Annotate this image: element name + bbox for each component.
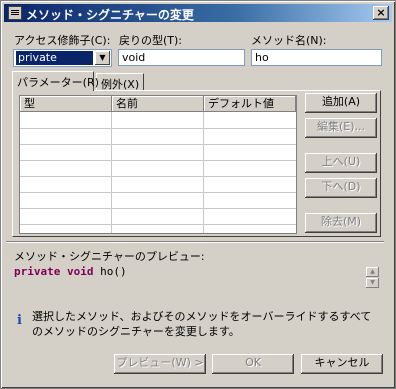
add-button[interactable]: 追加(A) [305,93,377,113]
menu-icon[interactable] [8,6,22,20]
grid-line [20,176,296,177]
grid-line [20,208,296,209]
preview-button[interactable]: プレビュー(W) > [114,354,206,374]
preview-keyword-private: private [14,265,61,278]
grid-line [203,112,204,233]
signature-preview: private void ho() [14,265,127,278]
ok-button[interactable]: OK [212,354,294,374]
grid-line [20,128,296,129]
window-title: メソッド・シグニチャーの変更 [26,8,194,22]
move-up-button[interactable]: 上へ(U) [305,153,377,173]
access-modifier-select[interactable]: private ▼ [13,49,112,67]
grid-line [20,224,296,225]
info-message: 選択したメソッド、およびそのメソッドをオーバーライドするすべてのメソッドのシグニ… [32,310,372,338]
scroll-down-icon[interactable]: ▼ [366,278,379,288]
column-header-name[interactable]: 名前 [112,96,204,112]
access-modifier-value: private [16,51,93,65]
column-header-default[interactable]: デフォルト値 [204,96,296,112]
preview-label: メソッド・シグニチャーのプレビュー: [14,250,205,263]
edit-button[interactable]: 編集(E)... [305,118,377,138]
method-name-label: メソッド名(N): [251,34,327,47]
tab-parameters[interactable]: パラメーター(R) [12,71,99,91]
title-bar: メソッド・シグニチャーの変更 × [4,4,392,22]
close-button[interactable]: × [373,6,389,20]
move-down-button[interactable]: 下へ(D) [305,178,377,198]
grid-line [20,160,296,161]
tab-exceptions[interactable]: 例外(X) [96,73,144,91]
return-type-label: 戻りの型(T): [119,34,183,47]
tab-parameters-label: パラメーター(R) [17,76,99,89]
method-name-field[interactable]: ho [251,49,382,66]
info-icon: i [17,313,22,328]
preview-keyword-void: void [66,265,94,278]
column-header-type[interactable]: 型 [20,96,112,112]
preview-method: ho() [93,265,127,278]
table-header: 型 名前 デフォルト値 [20,96,296,112]
cancel-button[interactable]: キャンセル [301,354,383,374]
parameters-table[interactable]: 型 名前 デフォルト値 [19,95,297,234]
divider [6,241,384,243]
grid-line [20,144,296,145]
grid-line [20,192,296,193]
chevron-down-icon[interactable]: ▼ [95,51,110,65]
remove-button[interactable]: 除去(M) [305,213,377,233]
grid-line [111,112,112,233]
access-modifier-label: アクセス修飾子(C): [14,34,111,47]
scroll-up-icon[interactable]: ▲ [366,267,379,277]
return-type-field[interactable]: void [118,49,245,66]
